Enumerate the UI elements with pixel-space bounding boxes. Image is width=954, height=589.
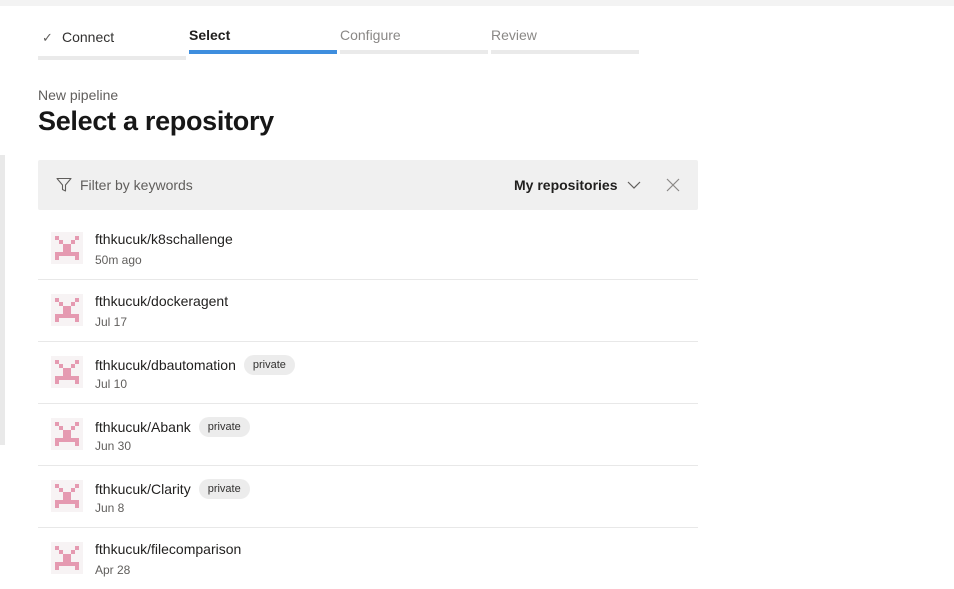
repository-list-item[interactable]: fthkucuk/dbautomation private Jul 10 [38,342,698,404]
checkmark-icon: ✓ [42,30,53,45]
step-select[interactable]: Select [189,24,337,60]
repository-list-item[interactable]: fthkucuk/Abank private Jun 30 [38,404,698,466]
left-scroll-edge [0,155,5,445]
visibility-badge: private [198,479,250,499]
repository-avatar-icon [51,418,83,450]
repository-last-updated: Jul 10 [95,377,128,391]
step-connect[interactable]: ✓ Connect [38,24,186,60]
repository-last-updated: Jun 30 [95,439,132,453]
dropdown-label: My repositories [514,177,618,193]
repository-list-item[interactable]: fthkucuk/dockeragent Jul 17 [38,280,698,342]
step-label: Review [491,27,537,43]
repository-name: fthkucuk/filecomparison [95,541,242,557]
repository-name: fthkucuk/k8schallenge [95,231,233,247]
visibility-badge: private [243,355,295,375]
step-progress-bar [189,50,337,54]
repository-avatar-icon [51,294,83,326]
repository-avatar-icon [51,480,83,512]
repository-last-updated: Apr 28 [95,563,131,577]
top-bar [0,0,954,6]
close-icon[interactable] [666,178,680,192]
filter-bar: My repositories [38,160,698,210]
step-progress-bar [491,50,639,54]
page-title: Select a repository [38,106,274,136]
repository-avatar-icon [51,356,83,388]
repository-last-updated: Jun 8 [95,501,125,515]
step-review[interactable]: Review [491,24,639,60]
repository-avatar-icon [51,232,83,264]
chevron-down-icon [628,181,641,189]
repository-name: fthkucuk/Clarity [95,481,191,497]
repository-name: fthkucuk/dockeragent [95,293,229,309]
step-label: Configure [340,27,401,43]
step-label: Connect [62,29,115,45]
step-label: Select [189,27,231,43]
repository-avatar-icon [51,542,83,574]
filter-icon [56,177,72,192]
repository-list-item[interactable]: fthkucuk/Clarity private Jun 8 [38,466,698,528]
filter-input[interactable] [80,174,380,196]
repository-last-updated: Jul 17 [95,315,128,329]
page-subtitle: New pipeline [38,87,119,103]
repository-list-item[interactable]: fthkucuk/k8schallenge 50m ago [38,218,698,280]
step-progress-bar [38,56,186,60]
repository-name: fthkucuk/dbautomation [95,357,236,373]
repository-last-updated: 50m ago [95,253,142,267]
repository-scope-dropdown[interactable]: My repositories [514,174,641,196]
repository-name: fthkucuk/Abank [95,419,191,435]
repository-list: fthkucuk/k8schallenge 50m ago fthkucuk/d… [38,218,698,589]
visibility-badge: private [198,417,250,437]
step-configure[interactable]: Configure [340,24,488,60]
repository-list-item[interactable]: fthkucuk/filecomparison Apr 28 [38,528,698,589]
step-progress-bar [340,50,488,54]
